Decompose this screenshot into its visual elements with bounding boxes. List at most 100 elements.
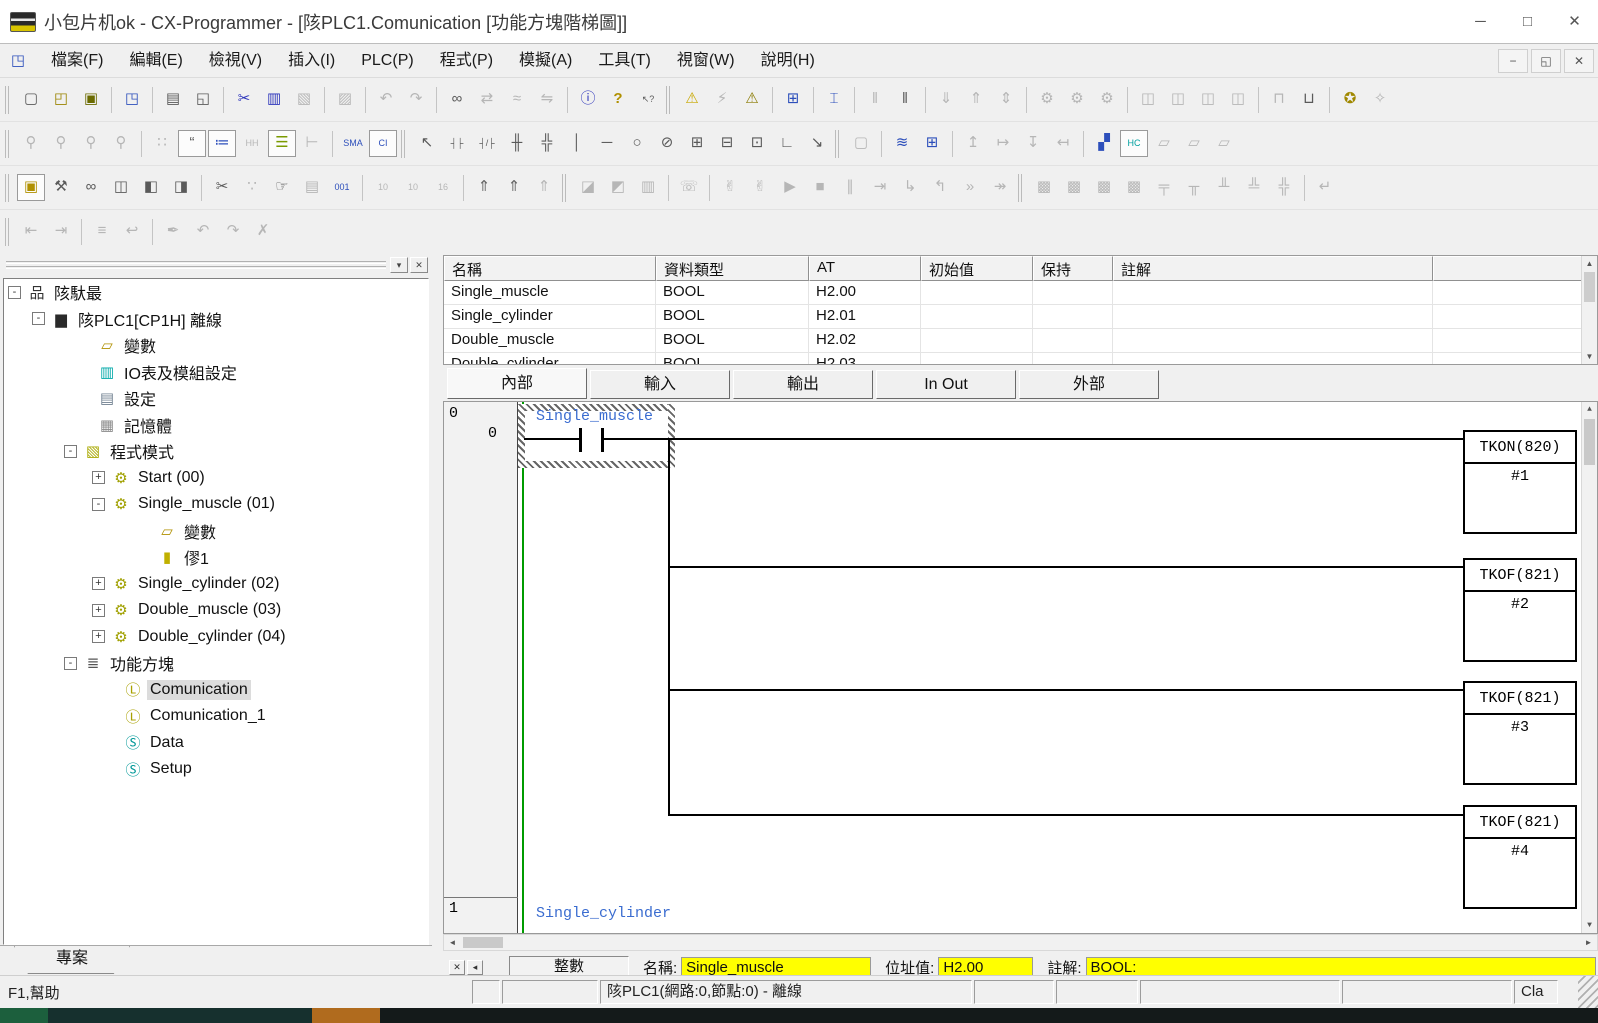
page-hand-icon[interactable]: ☞ [268,174,296,201]
tree-item-comunication-1[interactable]: Ⓛ Comunication_1 [4,703,428,730]
address-reference-icon[interactable]: ⊞ [918,130,946,157]
scroll-down-icon[interactable]: ▼ [1582,918,1597,933]
column-header-init[interactable]: 初始值 [921,256,1033,281]
horizontal-line-icon[interactable]: ─ [593,130,621,157]
online-edit-dim-icon[interactable]: ⚡ [708,86,736,113]
zoom-percent-icon[interactable]: ⚲ [77,130,105,157]
mark-redo-icon[interactable]: ↷ [219,218,247,245]
sim-pause-icon[interactable]: ∥ [836,174,864,201]
network-warn-icon[interactable]: ⊞ [779,86,807,113]
hex-view-icon[interactable]: 16 [429,174,457,201]
tree-expander-icon[interactable]: + [92,630,105,643]
scroll-up-icon[interactable]: ▲ [1582,402,1597,417]
tree-expander-icon[interactable]: + [92,471,105,484]
menu-help[interactable]: 說明(H) [748,44,828,78]
redo-icon[interactable]: ↷ [402,86,430,113]
io-memory-icon[interactable]: ◫ [1164,86,1192,113]
browse-window-icon[interactable]: ◫ [107,174,135,201]
ladder-diagram[interactable]: 0 0 Single_muscle [443,401,1598,934]
scroll-down-icon[interactable]: ▼ [1582,349,1597,364]
open-file-icon[interactable]: ◰ [47,86,75,113]
fb-block-4[interactable]: TKOF(821) #4 [1463,805,1577,909]
toolbox-icon[interactable]: ⚒ [47,174,75,201]
signed-decimal-view-icon[interactable]: 10 [399,174,427,201]
menu-plc[interactable]: PLC(P) [348,44,426,78]
pause-icon[interactable]: ‖ [891,86,919,113]
tree-item-variables[interactable]: ▱ 變數 [4,332,428,359]
compile-error-icon[interactable]: ⚠ [678,86,706,113]
protect-lock-icon[interactable]: ✪ [1336,86,1364,113]
sim-step-in-icon[interactable]: ↳ [896,174,924,201]
replace-ab-icon[interactable]: ⇋ [533,86,561,113]
menu-edit[interactable]: 編輯(E) [116,44,195,78]
menu-tools[interactable]: 工具(T) [585,44,663,78]
tree-item-variables-2[interactable]: ▱ 變數 [4,518,428,545]
memory-edit-icon[interactable]: ◫ [1224,86,1252,113]
fb-block-2[interactable]: TKOF(821) #2 [1463,558,1577,662]
scroll-thumb[interactable] [463,937,503,948]
scroll-thumb[interactable] [1584,272,1595,302]
save-icon[interactable]: ▣ [77,86,105,113]
jump-check-icon[interactable]: ↧ [1019,130,1047,157]
paste-icon[interactable]: ▧ [290,86,318,113]
editbar-close-button[interactable]: ✕ [449,960,465,975]
menu-view[interactable]: 檢視(V) [196,44,275,78]
tree-item-data[interactable]: Ⓢ Data [4,730,428,757]
plc-memory-icon[interactable]: ◫ [1134,86,1162,113]
search-error-icon[interactable]: ⚠ [738,86,766,113]
table-row-single-muscle[interactable]: Single_muscle BOOL H2.00 [444,281,1597,305]
io-comment-icon[interactable]: ∵ [238,174,266,201]
table-row-single-cylinder[interactable]: Single_cylinder BOOL H2.01 [444,305,1597,329]
show-comments-icon[interactable]: “ [178,130,206,157]
child-close-button[interactable]: ✕ [1564,49,1594,73]
watch-hc-icon[interactable]: HC [1120,130,1148,157]
table-scrollbar[interactable]: ▲ ▼ [1581,256,1597,364]
table-row-double-cylinder[interactable]: Double_cylinder BOOL H2.03 [444,353,1597,365]
differential-clear-icon[interactable]: ╩ [1240,174,1268,201]
differential-both-icon[interactable]: ╨ [1210,174,1238,201]
breakpoint-enable-icon[interactable]: ▩ [1090,174,1118,201]
indent-icon[interactable]: ⇥ [47,218,75,245]
tab-internal[interactable]: 內部 [447,368,587,399]
sim-window-icon[interactable]: ◪ [574,174,602,201]
tree-item-single-cylinder[interactable]: + ⚙ Single_cylinder (02) [4,571,428,598]
tree-item-plc1[interactable]: - ▆ 陔PLC1[CP1H] 離線 [4,306,428,333]
binary-dialog-icon[interactable]: 001 [328,174,356,201]
tree-item-block1[interactable]: ▮ 僇1 [4,544,428,571]
zoom-in-icon[interactable]: ⚲ [107,130,135,157]
wrap-lines-icon[interactable]: ↩ [118,218,146,245]
differential-all-icon[interactable]: ╬ [1270,174,1298,201]
tree-item-project[interactable]: - 品 陔馱最 [4,279,428,306]
split-window-icon[interactable]: ✂ [208,174,236,201]
menu-window[interactable]: 視窗(W) [664,44,748,78]
align-lines-icon[interactable]: ≡ [88,218,116,245]
breakpoint-list-icon[interactable]: ▩ [1120,174,1148,201]
scroll-left-icon[interactable]: ◄ [444,935,461,950]
copy-icon[interactable]: ▥ [260,86,288,113]
tree-expander-icon[interactable]: + [92,577,105,590]
decimal-view-icon[interactable]: 10 [369,174,397,201]
rung-list-icon[interactable]: ≔ [208,130,236,157]
zoom-out-icon[interactable]: ⚲ [47,130,75,157]
symbol-stack-icon[interactable]: ≋ [888,130,916,157]
rung1-contact-label[interactable]: Single_cylinder [536,905,671,922]
online-hand-cog-icon[interactable]: ✌ [746,174,774,201]
tree-item-single-muscle[interactable]: - ⚙ Single_muscle (01) [4,491,428,518]
debug-console-icon[interactable]: ☏ [675,174,703,201]
tree-item-start[interactable]: + ⚙ Start (00) [4,465,428,492]
column-header-at[interactable]: AT [809,256,921,281]
transfer-from-plc-icon[interactable]: ⇑ [962,86,990,113]
tree-expander-icon[interactable]: + [92,604,105,617]
mark-clear-icon[interactable]: ✗ [249,218,277,245]
ladder-hscrollbar[interactable]: ◄ ► [443,934,1598,951]
sim-scan-run-icon[interactable]: ↠ [986,174,1014,201]
print-preview-icon[interactable]: ◱ [189,86,217,113]
taskbar-item-3[interactable] [312,1008,380,1023]
prev-block-icon[interactable]: ⇑ [470,174,498,201]
tree-expander-icon[interactable]: - [8,286,21,299]
tree-item-settings[interactable]: ▤ 設定 [4,385,428,412]
block-cog-icon[interactable]: ⇑ [530,174,558,201]
monitor-pairs-icon[interactable]: HH [238,130,266,157]
find-symbol-icon[interactable]: ≈ [503,86,531,113]
contact-label[interactable]: Single_muscle [536,408,653,425]
